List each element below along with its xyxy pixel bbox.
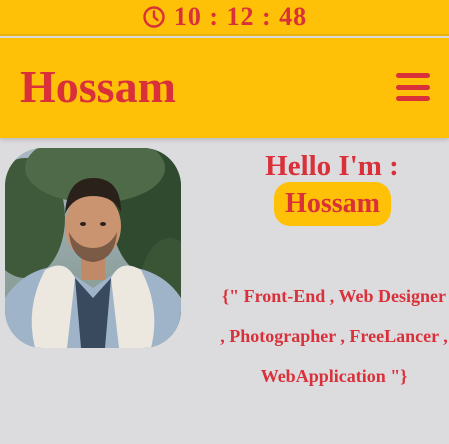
roles-text: {" Front-End , Web Designer , Photograph…	[220, 286, 448, 386]
brand-logo[interactable]: Hossam	[20, 64, 176, 110]
clock: 10 : 12 : 48	[142, 2, 307, 32]
navbar: Hossam	[0, 38, 449, 138]
clock-icon	[143, 6, 165, 28]
hamburger-menu-icon[interactable]	[396, 71, 430, 103]
greeting-heading: Hello I'm :	[265, 150, 399, 182]
menu-bar	[396, 84, 430, 90]
menu-bar	[396, 96, 430, 101]
clock-time: 10 : 12 : 48	[173, 2, 308, 31]
clock-bar: 10 : 12 : 48	[0, 0, 449, 36]
profile-photo	[5, 148, 181, 348]
name-badge: Hossam	[274, 182, 391, 226]
menu-bar	[396, 73, 430, 78]
